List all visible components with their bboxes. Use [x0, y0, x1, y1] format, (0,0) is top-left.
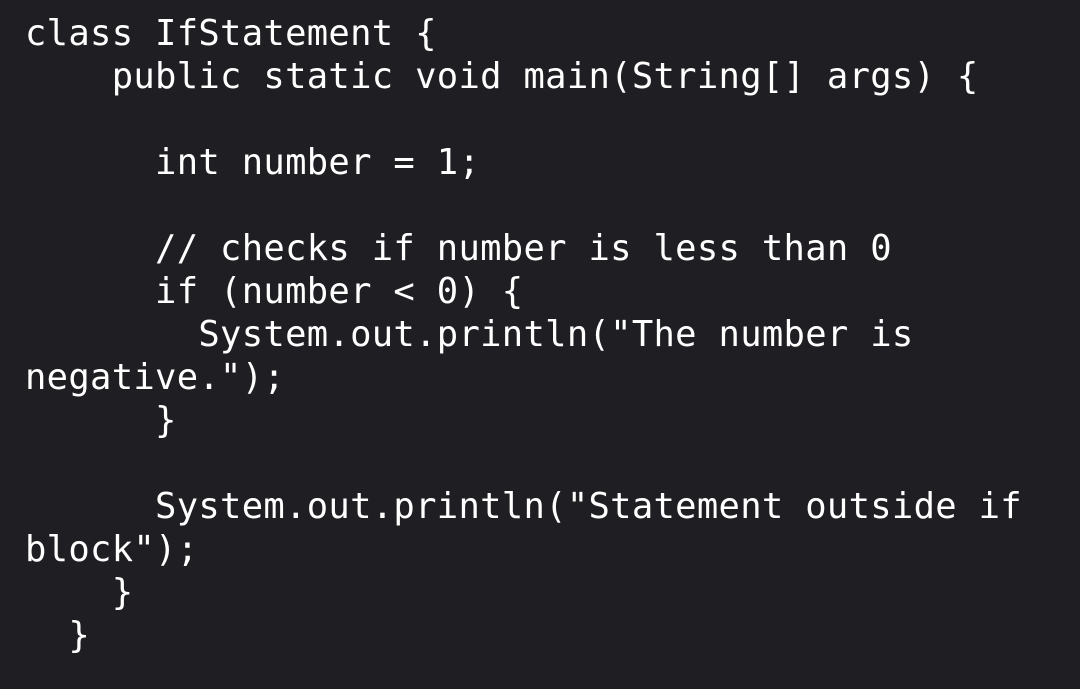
code-view: class IfStatement { public static void m… [0, 0, 1080, 689]
code-line-println-negative-wrap: negative."); [25, 357, 286, 398]
code-line-if-close: } [25, 400, 177, 441]
code-line-if-statement: if (number < 0) { [25, 271, 524, 312]
code-line-main-close: } [25, 572, 134, 613]
code-line-println-negative: System.out.println("The number is [25, 314, 914, 355]
code-line-comment: // checks if number is less than 0 [25, 228, 892, 269]
code-line-println-outside-wrap: block"); [25, 529, 199, 570]
code-line-main-method: public static void main(String[] args) { [25, 56, 979, 97]
code-line-variable-declaration: int number = 1; [25, 142, 481, 183]
code-line-println-outside: System.out.println("Statement outside if [25, 486, 1022, 527]
code-line-class-close: } [25, 615, 91, 656]
code-line-class-declaration: class IfStatement { [25, 13, 437, 54]
